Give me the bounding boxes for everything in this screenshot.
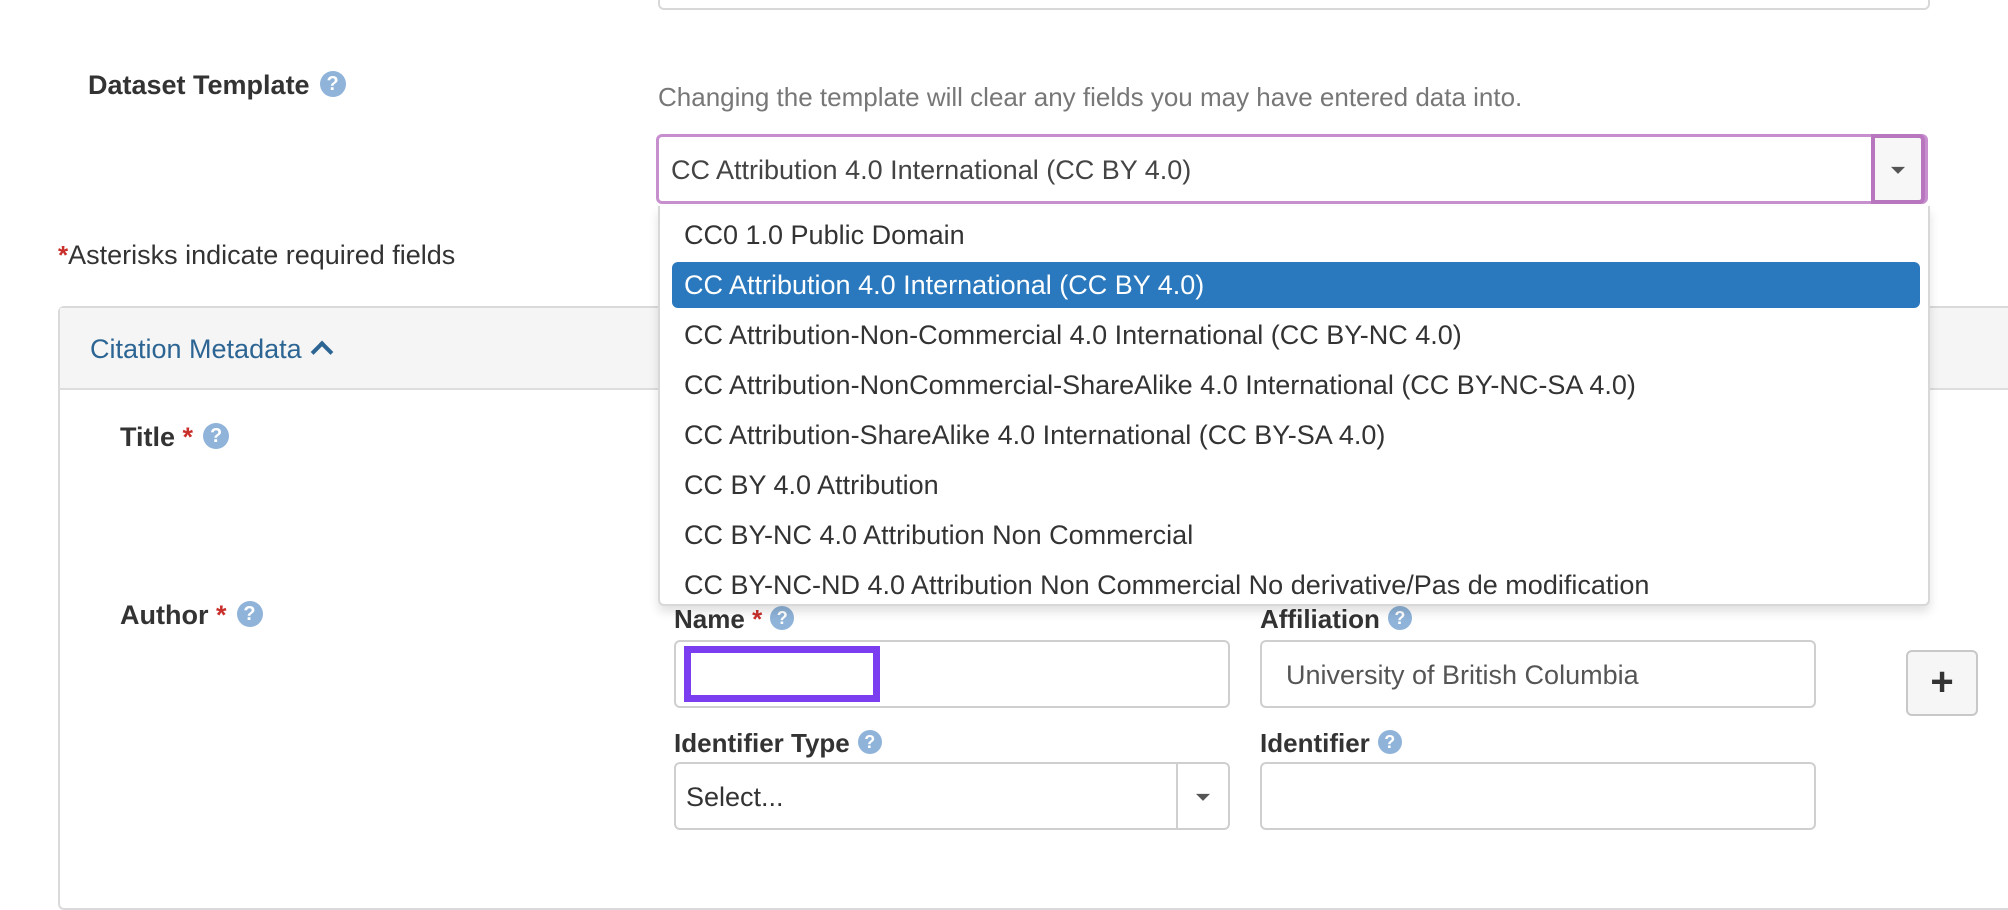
template-option[interactable]: CC Attribution-ShareAlike 4.0 Internatio… <box>672 412 1920 458</box>
citation-metadata-title: Citation Metadata <box>90 334 302 364</box>
author-label-text: Author <box>120 600 209 630</box>
template-option[interactable]: CC Attribution-NonCommercial-ShareAlike … <box>672 362 1920 408</box>
identifier-label-text: Identifier <box>1260 728 1370 758</box>
dataset-template-selected-value: CC Attribution 4.0 International (CC BY … <box>671 155 1192 185</box>
previous-field-input[interactable] <box>658 0 1930 10</box>
required-fields-note-text: Asterisks indicate required fields <box>68 240 456 270</box>
dataset-template-select[interactable]: CC Attribution 4.0 International (CC BY … <box>656 134 1928 204</box>
question-circle-icon[interactable]: ? <box>319 70 346 97</box>
template-option[interactable]: CC BY-NC 4.0 Attribution Non Commercial <box>672 512 1920 558</box>
identifier-label: Identifier? <box>1260 728 1402 759</box>
author-affiliation-label-text: Affiliation <box>1260 604 1380 634</box>
required-asterisk: * <box>752 604 763 634</box>
caret-down-icon <box>1196 793 1210 801</box>
dataset-template-label-text: Dataset Template <box>88 70 310 100</box>
template-help-text: Changing the template will clear any fie… <box>658 82 1523 112</box>
plus-icon: + <box>1930 660 1954 704</box>
author-field-label: Author *? <box>120 600 263 631</box>
template-option-selected[interactable]: CC Attribution 4.0 International (CC BY … <box>672 262 1920 308</box>
question-circle-icon[interactable]: ? <box>1377 730 1402 755</box>
identifier-type-label: Identifier Type? <box>674 728 882 759</box>
add-author-button[interactable]: + <box>1906 650 1978 716</box>
author-name-redaction-box <box>684 646 880 702</box>
required-asterisk: * <box>58 240 69 270</box>
caret-down-icon <box>1891 166 1905 174</box>
title-label-text: Title <box>120 422 176 452</box>
required-asterisk: * <box>216 600 227 630</box>
question-circle-icon[interactable]: ? <box>857 730 882 755</box>
author-name-label-text: Name <box>674 604 745 634</box>
question-circle-icon[interactable]: ? <box>770 606 795 631</box>
template-option[interactable]: CC BY 4.0 Attribution <box>672 462 1920 508</box>
identifier-type-select[interactable]: Select... <box>674 762 1230 830</box>
template-option[interactable]: CC Attribution-Non-Commercial 4.0 Intern… <box>672 312 1920 358</box>
question-circle-icon[interactable]: ? <box>1387 606 1412 631</box>
author-affiliation-label: Affiliation? <box>1260 604 1412 635</box>
identifier-type-value: Select... <box>686 782 784 812</box>
author-affiliation-value: University of British Columbia <box>1286 660 1639 690</box>
author-name-label: Name *? <box>674 604 795 635</box>
question-circle-icon[interactable]: ? <box>236 600 263 627</box>
question-circle-icon[interactable]: ? <box>203 422 230 449</box>
dataset-template-dropdown-toggle[interactable] <box>1871 134 1925 204</box>
citation-metadata-toggle[interactable]: Citation Metadata <box>90 334 333 365</box>
dataset-template-options-list[interactable]: CC0 1.0 Public Domain CC Attribution 4.0… <box>658 206 1930 606</box>
dataset-template-label: Dataset Template? <box>88 70 346 101</box>
required-fields-note: *Asterisks indicate required fields <box>58 240 455 271</box>
identifier-type-dropdown-toggle[interactable] <box>1176 764 1228 828</box>
chevron-up-icon <box>310 340 333 364</box>
title-field-label: Title *? <box>120 422 230 453</box>
author-affiliation-input[interactable]: University of British Columbia <box>1260 640 1816 708</box>
template-option[interactable]: CC BY-NC-ND 4.0 Attribution Non Commerci… <box>672 562 1920 604</box>
identifier-input[interactable] <box>1260 762 1816 830</box>
required-asterisk: * <box>182 422 194 452</box>
identifier-type-label-text: Identifier Type <box>674 728 850 758</box>
template-option[interactable]: CC0 1.0 Public Domain <box>672 212 1920 258</box>
